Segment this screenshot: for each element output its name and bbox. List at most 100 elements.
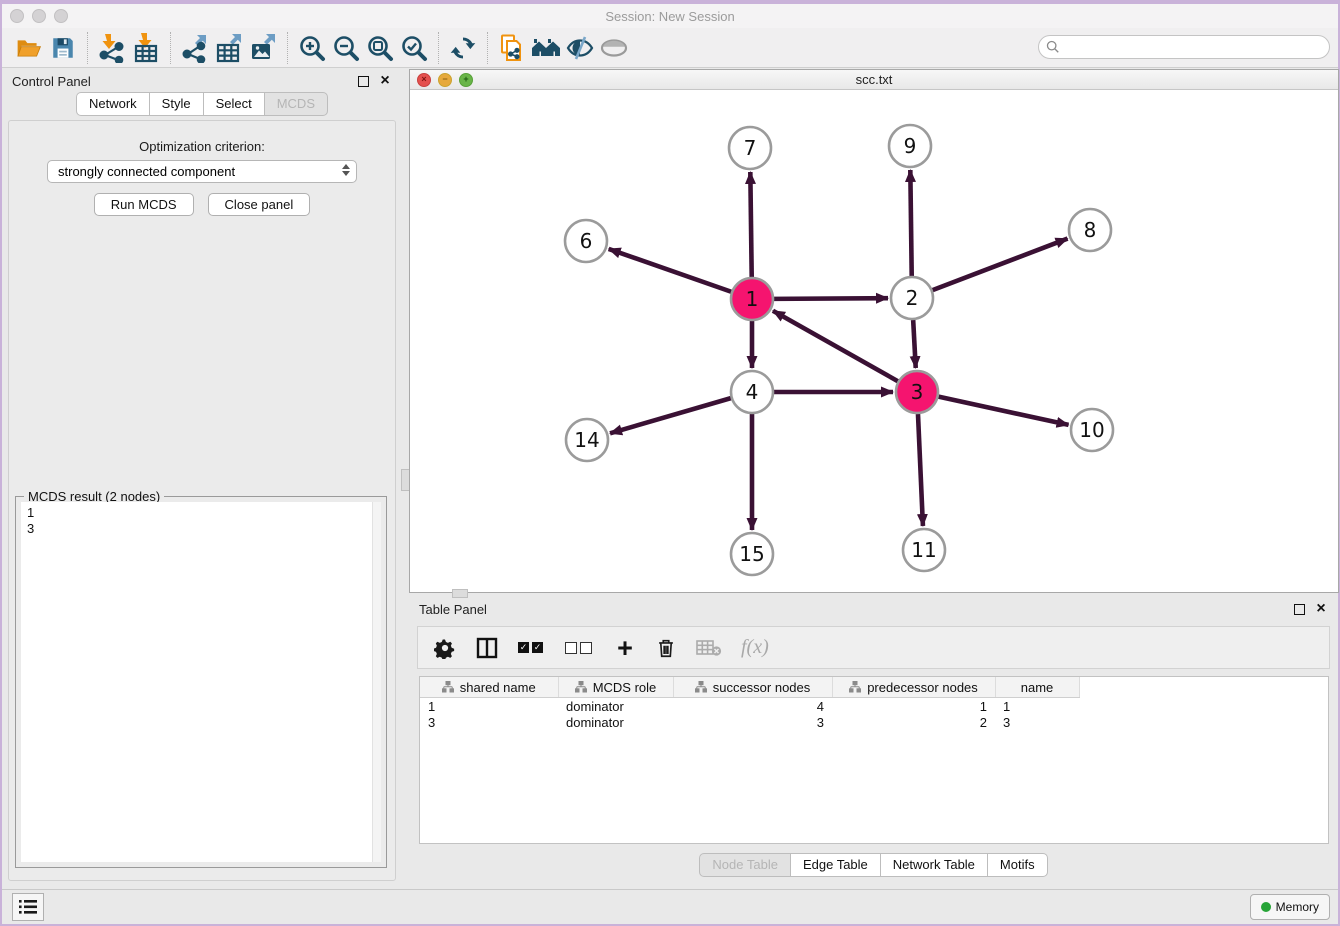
table-toolbar: ✓✓ + f(x) (417, 626, 1330, 669)
toolbar-separator (438, 32, 439, 64)
node-table: shared name MCDS role successor nodes pr… (419, 676, 1329, 844)
import-table-icon[interactable] (129, 32, 163, 64)
delete-table-icon[interactable] (696, 636, 722, 660)
column-header-predecessor-nodes[interactable]: predecessor nodes (832, 677, 995, 698)
settings-gear-icon[interactable] (434, 636, 456, 660)
split-columns-icon[interactable] (475, 636, 499, 660)
reset-home-icon[interactable] (529, 32, 563, 64)
close-panel-icon[interactable]: × (378, 74, 392, 88)
svg-text:11: 11 (911, 538, 936, 562)
task-history-button[interactable] (12, 893, 44, 921)
graph-edge-4-14[interactable] (610, 398, 731, 433)
clone-network-icon[interactable] (495, 32, 529, 64)
delete-column-icon[interactable] (655, 636, 677, 660)
control-panel-tabs: Network Style Select MCDS (2, 92, 402, 116)
graph-node-8[interactable]: 8 (1069, 209, 1111, 251)
tab-select[interactable]: Select (203, 92, 265, 116)
graph-node-6[interactable]: 6 (565, 220, 607, 262)
graph-node-10[interactable]: 10 (1071, 409, 1113, 451)
result-scrollbar[interactable] (372, 502, 381, 862)
tab-motifs[interactable]: Motifs (987, 853, 1048, 877)
svg-text:4: 4 (746, 380, 759, 404)
tab-network[interactable]: Network (76, 92, 150, 116)
svg-text:9: 9 (904, 134, 917, 158)
column-header-mcds-role[interactable]: MCDS role (558, 677, 673, 698)
toolbar-separator (287, 32, 288, 64)
search-icon (1046, 40, 1060, 59)
column-header-name[interactable]: name (995, 677, 1079, 698)
criterion-select[interactable]: strongly connected component (47, 160, 357, 183)
toolbar-separator (87, 32, 88, 64)
memory-button[interactable]: Memory (1250, 894, 1330, 920)
graph-node-11[interactable]: 11 (903, 529, 945, 571)
list-icon (18, 898, 38, 916)
graph-edge-3-11[interactable] (918, 414, 923, 526)
graph-edge-3-1[interactable] (773, 311, 898, 381)
control-panel: Control Panel × Network Style Select MCD… (2, 68, 402, 889)
hierarchy-icon (695, 681, 707, 693)
zoom-fit-icon[interactable] (363, 32, 397, 64)
export-image-icon[interactable] (246, 32, 280, 64)
table-row[interactable]: 1 dominator 4 1 1 (420, 698, 1079, 715)
graph-edge-1-7[interactable] (750, 172, 751, 277)
mcds-result-text[interactable]: 1 3 (21, 502, 381, 862)
graph-node-15[interactable]: 15 (731, 533, 773, 575)
graph-node-9[interactable]: 9 (889, 125, 931, 167)
column-header-shared-name[interactable]: shared name (420, 677, 558, 698)
import-network-icon[interactable] (95, 32, 129, 64)
close-table-panel-icon[interactable]: × (1314, 602, 1328, 616)
graph-edge-2-3[interactable] (913, 320, 916, 368)
export-network-icon[interactable] (178, 32, 212, 64)
float-table-panel-icon[interactable] (1292, 602, 1306, 616)
open-session-icon[interactable] (12, 32, 46, 64)
deselect-all-icon[interactable] (565, 636, 595, 660)
apply-layout-icon[interactable] (446, 32, 480, 64)
zoom-out-icon[interactable] (329, 32, 363, 64)
tab-edge-table[interactable]: Edge Table (790, 853, 881, 877)
zoom-selected-icon[interactable] (397, 32, 431, 64)
hierarchy-icon (849, 681, 861, 693)
table-tabs: Node Table Edge Table Network Table Moti… (409, 853, 1338, 877)
tab-network-table[interactable]: Network Table (880, 853, 988, 877)
column-header-successor-nodes[interactable]: successor nodes (673, 677, 832, 698)
tab-mcds[interactable]: MCDS (264, 92, 328, 116)
graph-node-3[interactable]: 3 (896, 371, 938, 413)
hierarchy-icon (575, 681, 587, 693)
graph-edge-2-8[interactable] (933, 239, 1068, 291)
graph-edge-1-6[interactable] (609, 249, 732, 292)
svg-text:10: 10 (1079, 418, 1104, 442)
graph-edge-2-9[interactable] (910, 170, 911, 276)
table-row[interactable]: 3 dominator 3 2 3 (420, 714, 1079, 730)
zoom-in-icon[interactable] (295, 32, 329, 64)
hide-graphics-details-icon[interactable] (563, 32, 597, 64)
title-bar: Session: New Session (2, 4, 1338, 28)
float-panel-icon[interactable] (356, 74, 370, 88)
network-window-titlebar[interactable]: × − + scc.txt (410, 70, 1338, 90)
graph-node-2[interactable]: 2 (891, 277, 933, 319)
svg-text:7: 7 (744, 136, 757, 160)
add-column-icon[interactable]: + (614, 636, 636, 660)
search-input[interactable] (1038, 35, 1330, 59)
close-panel-button[interactable]: Close panel (208, 193, 311, 216)
graph-node-14[interactable]: 14 (566, 419, 608, 461)
save-session-icon[interactable] (46, 32, 80, 64)
hierarchy-icon (442, 681, 454, 693)
run-mcds-button[interactable]: Run MCDS (94, 193, 194, 216)
network-graph-canvas[interactable]: 7 9 6 8 1 2 4 3 14 10 15 11 (410, 89, 1337, 591)
export-table-icon[interactable] (212, 32, 246, 64)
graph-node-1[interactable]: 1 (731, 278, 773, 320)
graph-edge-1-2[interactable] (774, 298, 888, 299)
tab-node-table[interactable]: Node Table (699, 853, 791, 877)
graph-edge-3-10[interactable] (938, 397, 1068, 425)
select-all-icon[interactable]: ✓✓ (518, 636, 546, 660)
table-header-row: shared name MCDS role successor nodes pr… (420, 677, 1079, 698)
window-title: Session: New Session (2, 9, 1338, 24)
main-area: Control Panel × Network Style Select MCD… (2, 68, 1338, 889)
graph-node-4[interactable]: 4 (731, 371, 773, 413)
tab-style[interactable]: Style (149, 92, 204, 116)
graph-node-7[interactable]: 7 (729, 127, 771, 169)
show-graphics-details-icon[interactable] (597, 32, 631, 64)
function-builder-icon[interactable]: f(x) (741, 636, 769, 660)
table-panel-title: Table Panel (419, 602, 487, 617)
memory-label: Memory (1276, 900, 1319, 914)
